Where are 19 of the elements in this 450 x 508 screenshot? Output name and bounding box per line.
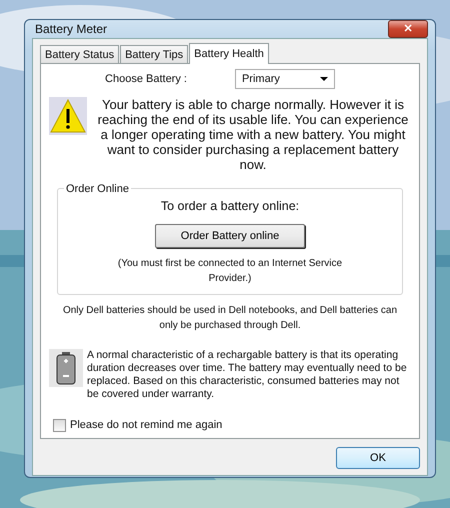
warning-message: Your battery is able to charge normally. However it is reaching the end of its usable life. You can experience a longer operating time with a new battery. You might want to consider purchasing a replacement battery now.	[96, 97, 410, 172]
window-title: Battery Meter	[35, 21, 108, 38]
isp-note: (You must first be connected to an Internet Service Provider.)	[116, 256, 344, 286]
remind-checkbox[interactable]	[53, 418, 66, 432]
ok-button[interactable]: OK	[336, 447, 420, 470]
close-button[interactable]: ✕	[388, 20, 428, 38]
tab[interactable]: Battery Status	[40, 45, 120, 63]
order-battery-button[interactable]: Order Battery online	[155, 224, 305, 248]
battery-dropdown[interactable]: Primary	[234, 69, 335, 89]
dropdown-caret-icon	[320, 77, 328, 81]
choose-battery-label: Choose Battery :	[105, 72, 187, 87]
tab[interactable]: Battery Tips	[120, 45, 188, 63]
battery-info-text: A normal characteristic of a rechargable battery is that its operating duration decreases over time. The battery may eventually need to be replaced. Based on this characteristic, consumed batteries may not be covered under warranty.	[87, 348, 408, 401]
order-heading: To order a battery online:	[160, 198, 300, 215]
remind-label: Please do not remind me again	[70, 418, 222, 433]
tab[interactable]: Battery Health	[189, 43, 269, 64]
dell-note: Only Dell batteries should be used in Dell notebooks, and Dell batteries can only be purchased through Dell.	[62, 304, 398, 333]
warning-icon	[49, 97, 87, 135]
battery-icon	[49, 348, 83, 387]
